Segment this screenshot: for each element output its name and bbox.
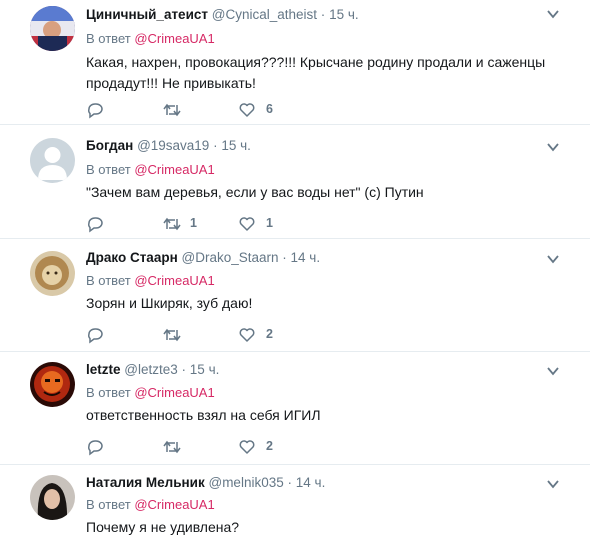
tweet-text: Почему я не удивлена? <box>86 519 240 535</box>
like-count: 1 <box>266 216 273 230</box>
tweet-header: Драко Стаарн @Drako_Staarn · 14 ч. <box>86 250 320 265</box>
reply-mention-link[interactable]: @CrimeaUA1 <box>134 162 214 177</box>
chevron-down-icon[interactable] <box>546 365 560 377</box>
like-count: 6 <box>266 102 273 116</box>
reply-context: В ответ @CrimeaUA1 <box>86 497 215 512</box>
timestamp[interactable]: 14 ч. <box>291 250 321 265</box>
tweet[interactable]: Драко Стаарн @Drako_Staarn · 14 ч. В отв… <box>0 240 590 352</box>
separator-dot: · <box>287 475 293 490</box>
user-handle[interactable]: @Drako_Staarn <box>182 250 279 265</box>
timestamp[interactable]: 14 ч. <box>296 475 326 490</box>
reply-prefix: В ответ <box>86 497 131 512</box>
timestamp[interactable]: 15 ч. <box>329 7 359 22</box>
heart-icon <box>239 440 255 454</box>
retweet-icon <box>163 440 181 454</box>
tweet-header: letzte @letzte3 · 15 ч. <box>86 362 219 377</box>
reply-mention-link[interactable]: @CrimeaUA1 <box>134 385 214 400</box>
heart-icon <box>239 328 255 342</box>
retweet-icon <box>163 217 181 231</box>
reply-icon <box>88 440 103 456</box>
chevron-down-icon[interactable] <box>546 253 560 265</box>
user-avatar[interactable] <box>30 475 75 520</box>
reply-prefix: В ответ <box>86 273 131 288</box>
reply-icon <box>88 217 103 233</box>
display-name[interactable]: Наталия Мельник <box>86 475 205 490</box>
user-handle[interactable]: @melnik035 <box>208 475 283 490</box>
separator-dot: · <box>320 7 326 22</box>
reply-prefix: В ответ <box>86 162 131 177</box>
tweet-text: Зорян и Шкиряк, зуб даю! <box>86 295 253 311</box>
retweet-icon <box>163 328 181 342</box>
reply-mention-link[interactable]: @CrimeaUA1 <box>134 497 214 512</box>
heart-icon <box>239 103 255 117</box>
tweet[interactable]: letzte @letzte3 · 15 ч. В ответ @CrimeaU… <box>0 353 590 465</box>
user-handle[interactable]: @19sava19 <box>137 138 209 153</box>
chevron-down-icon[interactable] <box>546 478 560 490</box>
retweet-count: 1 <box>190 216 197 230</box>
tweet[interactable]: Богдан @19sava19 · 15 ч. В ответ @Crimea… <box>0 126 590 239</box>
tweet-actions: 2 <box>86 325 386 345</box>
tweet-actions: 2 <box>86 437 386 457</box>
display-name[interactable]: letzte <box>86 362 121 377</box>
tweet-text: Какая, нахрен, провокация???!!! Крысчане… <box>86 54 546 91</box>
user-avatar[interactable] <box>30 362 75 407</box>
reply-context: В ответ @CrimeaUA1 <box>86 385 215 400</box>
reply-context: В ответ @CrimeaUA1 <box>86 162 215 177</box>
tweet-actions: 1 1 <box>86 214 386 234</box>
reply-icon <box>88 103 103 119</box>
tweet-header: Циничный_атеист @Cynical_atheist · 15 ч. <box>86 7 359 22</box>
retweet-icon <box>163 103 181 117</box>
display-name[interactable]: Драко Стаарн <box>86 250 178 265</box>
reply-context: В ответ @CrimeaUA1 <box>86 31 215 46</box>
reply-mention-link[interactable]: @CrimeaUA1 <box>134 31 214 46</box>
timestamp[interactable]: 15 ч. <box>190 362 220 377</box>
chevron-down-icon[interactable] <box>546 8 560 20</box>
chevron-down-icon[interactable] <box>546 141 560 153</box>
reply-prefix: В ответ <box>86 31 131 46</box>
user-handle[interactable]: @letzte3 <box>124 362 177 377</box>
separator-dot: · <box>282 250 287 265</box>
reply-prefix: В ответ <box>86 385 131 400</box>
tweet[interactable]: Циничный_атеист @Cynical_atheist · 15 ч.… <box>0 0 590 125</box>
like-count: 2 <box>266 327 273 341</box>
heart-icon <box>239 217 255 231</box>
tweet-text: ответственность взял на себя ИГИЛ <box>86 407 321 423</box>
user-avatar[interactable] <box>30 6 75 51</box>
like-count: 2 <box>266 439 273 453</box>
user-avatar[interactable] <box>30 251 75 296</box>
separator-dot: · <box>181 362 187 377</box>
tweet[interactable]: Наталия Мельник @melnik035 · 14 ч. В отв… <box>0 466 590 542</box>
display-name[interactable]: Богдан <box>86 138 133 153</box>
reply-icon <box>88 328 103 344</box>
tweet-header: Богдан @19sava19 · 15 ч. <box>86 138 251 153</box>
tweet-text: "Зачем вам деревья, если у вас воды нет"… <box>86 184 424 200</box>
separator-dot: · <box>213 138 218 153</box>
reply-mention-link[interactable]: @CrimeaUA1 <box>134 273 214 288</box>
timestamp[interactable]: 15 ч. <box>221 138 251 153</box>
display-name[interactable]: Циничный_атеист <box>86 7 208 22</box>
user-handle[interactable]: @Cynical_atheist <box>212 7 317 22</box>
tweet-header: Наталия Мельник @melnik035 · 14 ч. <box>86 475 325 490</box>
tweet-actions: 6 <box>86 100 386 120</box>
reply-context: В ответ @CrimeaUA1 <box>86 273 215 288</box>
user-avatar[interactable] <box>30 138 75 183</box>
